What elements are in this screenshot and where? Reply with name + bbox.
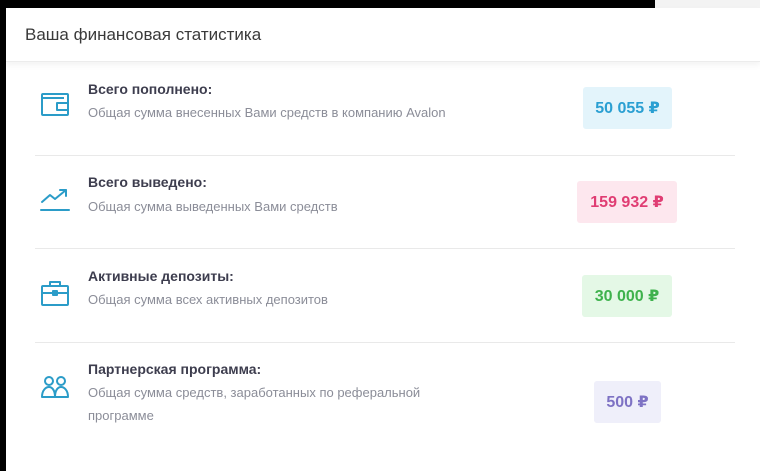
stat-row-deposited: Всего пополнено: Общая сумма внесенных В… xyxy=(35,61,735,156)
stat-description: Общая сумма внесенных Вами средств в ком… xyxy=(88,105,446,120)
stat-value-badge: 50 055 ₽ xyxy=(583,87,672,129)
stat-description: Общая сумма средств, заработанных по реф… xyxy=(88,385,421,423)
stat-title: Всего пополнено: xyxy=(88,81,213,97)
wallet-icon xyxy=(39,88,71,120)
stat-title: Активные депозиты: xyxy=(88,268,234,284)
stat-description: Общая сумма выведенных Вами средств xyxy=(88,199,338,214)
stat-value-badge: 159 932 ₽ xyxy=(577,181,677,223)
stat-title: Всего выведено: xyxy=(88,174,207,190)
financial-stats-card: Ваша финансовая статистика Всего пополне… xyxy=(6,8,760,471)
stat-title: Партнерская программа: xyxy=(88,361,262,377)
background-strip-light xyxy=(655,0,760,8)
briefcase-icon xyxy=(39,277,71,309)
stat-row-active-deposits: Активные депозиты: Общая сумма всех акти… xyxy=(35,249,735,343)
card-header: Ваша финансовая статистика xyxy=(6,8,760,62)
stat-row-withdrawn: Всего выведено: Общая сумма выведенных В… xyxy=(35,156,735,249)
stat-value-badge: 500 ₽ xyxy=(594,381,661,423)
users-icon xyxy=(39,371,71,403)
stat-row-referral: Партнерская программа: Общая сумма средс… xyxy=(35,343,735,453)
card-title: Ваша финансовая статистика xyxy=(25,24,262,44)
stat-value-badge: 30 000 ₽ xyxy=(582,275,672,317)
stat-description: Общая сумма всех активных депозитов xyxy=(88,292,328,307)
background-strip xyxy=(0,0,760,8)
trending-up-icon xyxy=(39,183,71,215)
